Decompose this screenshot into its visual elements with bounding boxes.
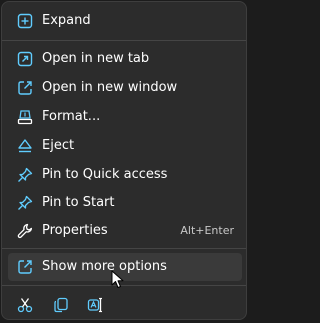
menu-item-pin-to-quick-access[interactable]: Pin to Quick access [8, 161, 242, 189]
open-in-new-tab-icon [16, 50, 34, 68]
menu-item-open-in-new-tab[interactable]: Open in new tab [8, 45, 242, 73]
menu-item-properties[interactable]: Properties Alt+Enter [8, 217, 242, 245]
separator [2, 285, 246, 286]
expand-icon [16, 12, 34, 30]
rename-button[interactable] [81, 292, 109, 318]
show-more-options-icon [16, 258, 34, 276]
pin-icon [16, 166, 34, 184]
wrench-icon [16, 222, 34, 240]
menu-item-show-more-options[interactable]: Show more options [8, 253, 242, 281]
menu-item-label: Properties [42, 223, 108, 238]
menu-item-format[interactable]: Format... [8, 103, 242, 131]
separator [2, 248, 246, 249]
menu-item-label: Open in new tab [42, 51, 150, 66]
menu-item-open-in-new-window[interactable]: Open in new window [8, 74, 242, 102]
menu-item-pin-to-start[interactable]: Pin to Start [8, 189, 242, 217]
separator [2, 40, 246, 41]
eject-icon [16, 137, 34, 155]
context-menu: Expand Open in new tab Open in new windo… [1, 1, 247, 320]
menu-item-label: Open in new window [42, 80, 178, 95]
copy-button[interactable] [47, 292, 75, 318]
menu-item-label: Pin to Start [42, 195, 115, 210]
format-icon [16, 108, 34, 126]
menu-item-expand[interactable]: Expand [8, 7, 242, 35]
cut-button[interactable] [11, 292, 39, 318]
menu-item-label: Expand [42, 13, 91, 28]
menu-item-label: Eject [42, 138, 75, 153]
menu-item-eject[interactable]: Eject [8, 132, 242, 160]
open-in-new-window-icon [16, 79, 34, 97]
menu-item-label: Pin to Quick access [42, 167, 168, 182]
menu-item-label: Format... [42, 109, 101, 124]
keyboard-shortcut: Alt+Enter [180, 224, 234, 237]
pin-icon [16, 194, 34, 212]
menu-item-label: Show more options [42, 259, 167, 274]
